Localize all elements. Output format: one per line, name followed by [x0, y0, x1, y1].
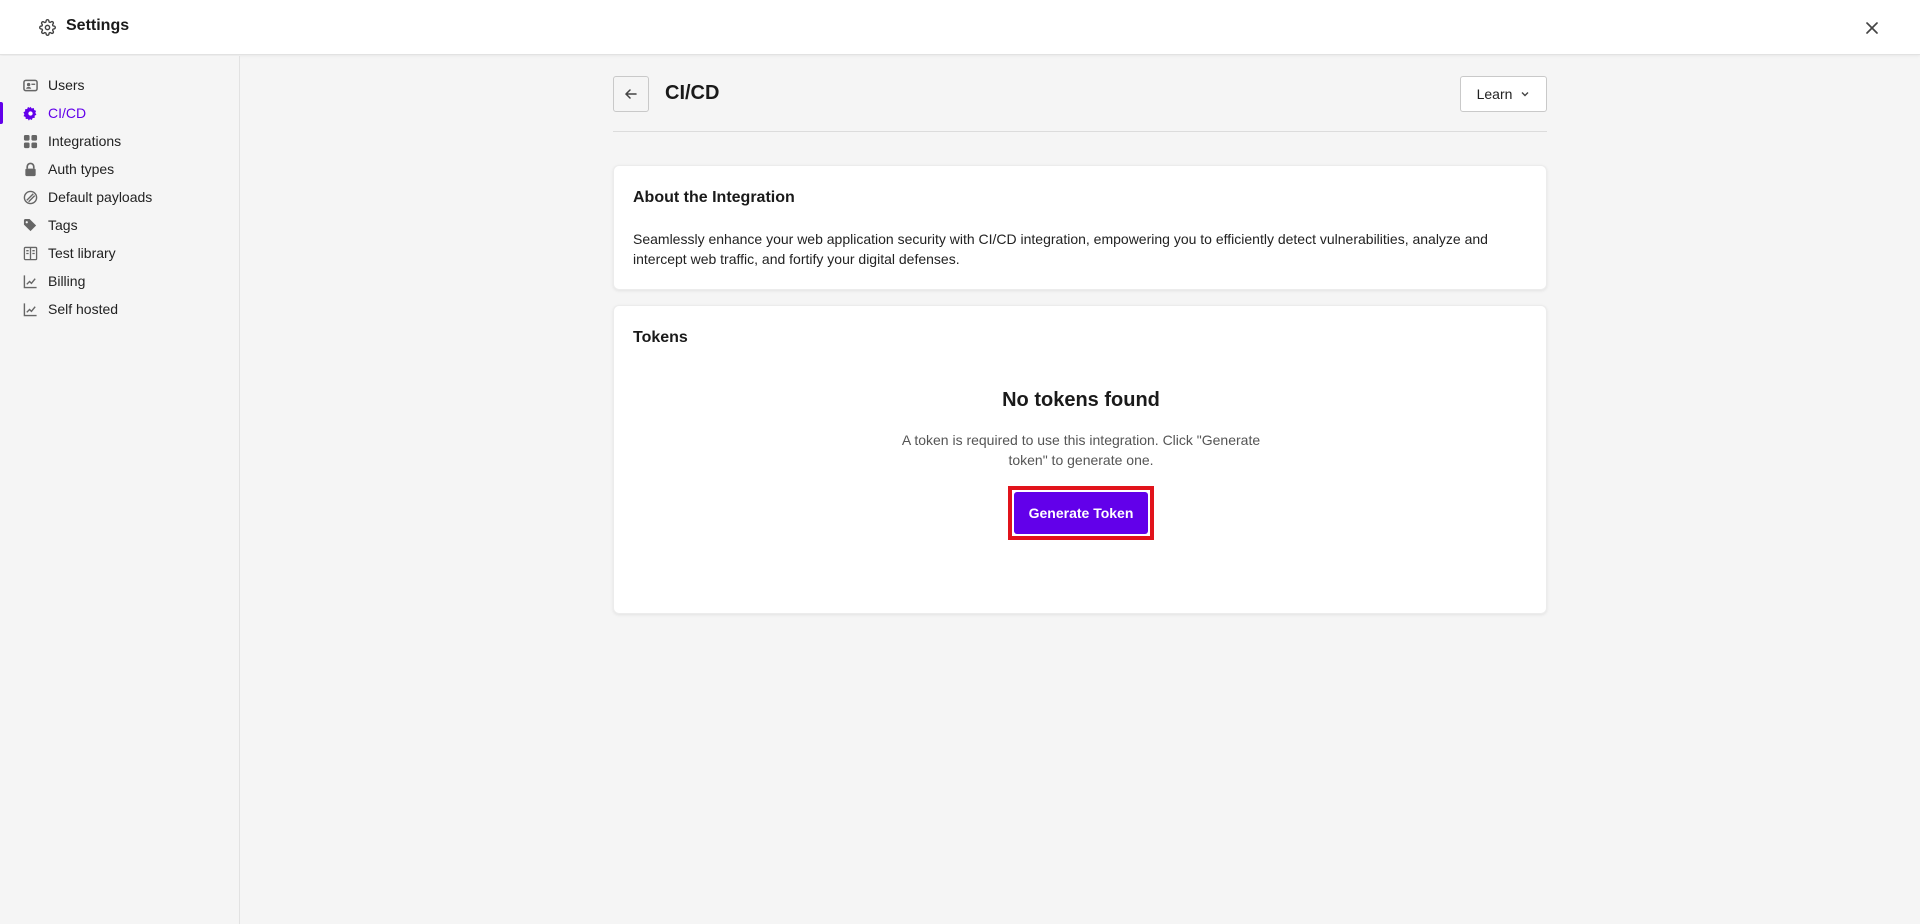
user-card-icon: [23, 79, 38, 91]
about-card: About the Integration Seamlessly enhance…: [613, 165, 1547, 290]
learn-label: Learn: [1476, 86, 1513, 102]
about-text: Seamlessly enhance your web application …: [633, 231, 1488, 267]
gear-icon: [39, 19, 56, 36]
chevron-down-icon: [1521, 92, 1529, 97]
payload-icon: [23, 190, 38, 204]
page-title: CI/CD: [665, 82, 720, 104]
sidebar-item-integrations[interactable]: Integrations: [0, 127, 239, 155]
tags-icon: [23, 218, 37, 231]
top-bar: Settings: [0, 0, 1920, 55]
learn-dropdown-button[interactable]: Learn: [1460, 76, 1547, 112]
page-header-title: Settings: [66, 17, 130, 34]
sidebar-item-users[interactable]: Users: [0, 71, 239, 99]
active-indicator: [0, 102, 3, 124]
sidebar-item-self-hosted[interactable]: Self hosted: [0, 295, 239, 323]
chart-icon: [23, 274, 37, 288]
generate-token-button[interactable]: Generate Token: [1014, 492, 1148, 534]
sidebar-item-test-library[interactable]: Test library: [0, 239, 239, 267]
sidebar: Users CI/CD Integrations Auth types Defa…: [0, 56, 240, 924]
sidebar-item-auth-types[interactable]: Auth types: [0, 155, 239, 183]
arrow-left-icon: [624, 89, 637, 99]
lock-icon: [25, 162, 36, 176]
sidebar-item-cicd[interactable]: CI/CD: [0, 99, 239, 127]
grid-icon: [23, 134, 38, 148]
close-icon[interactable]: [1862, 18, 1882, 38]
tokens-heading: Tokens: [633, 329, 688, 346]
header-divider: [613, 131, 1547, 132]
sidebar-item-default-payloads[interactable]: Default payloads: [0, 183, 239, 211]
sidebar-item-tags[interactable]: Tags: [0, 211, 239, 239]
tokens-card: Tokens No tokens found A token is requir…: [613, 305, 1547, 614]
cog-icon: [23, 106, 37, 121]
chart-icon: [23, 302, 37, 316]
back-button[interactable]: [613, 76, 649, 112]
book-icon: [23, 246, 38, 260]
empty-state-title: No tokens found: [1002, 389, 1160, 411]
generate-token-highlight: Generate Token: [1008, 486, 1154, 540]
about-heading: About the Integration: [633, 189, 795, 206]
empty-state-description: A token is required to use this integrat…: [901, 432, 1261, 468]
sidebar-item-billing[interactable]: Billing: [0, 267, 239, 295]
